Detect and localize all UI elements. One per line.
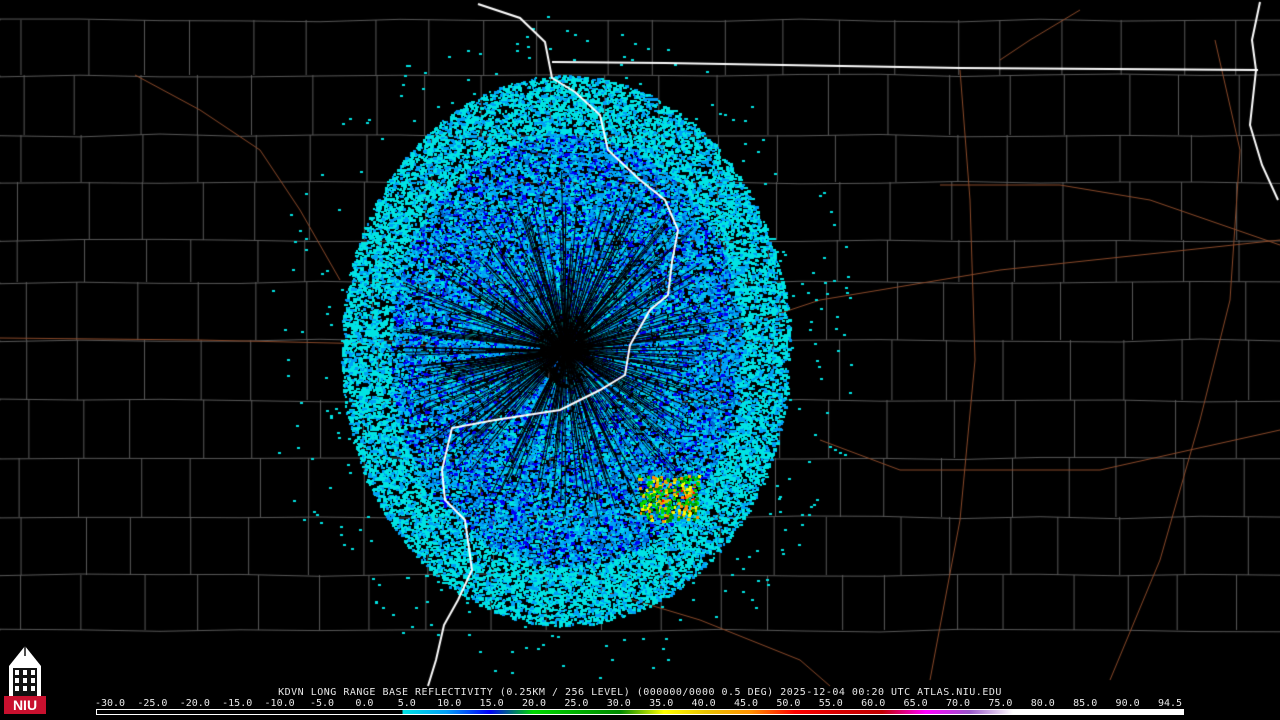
- colorbar-tick-label: -20.0: [179, 698, 210, 709]
- colorbar-tick-label: 10.0: [437, 698, 462, 709]
- colorbar-tick-label: 40.0: [691, 698, 716, 709]
- colorbar-tick-label: -5.0: [309, 698, 335, 709]
- niu-logo: NIU: [4, 646, 46, 714]
- colorbar-tick-label: 30.0: [606, 698, 631, 709]
- colorbar-tick-label: 20.0: [521, 698, 547, 709]
- colorbar-tick-label: 90.0: [1115, 698, 1140, 709]
- niu-logo-text: NIU: [13, 697, 37, 713]
- colorbar-tick-label: 85.0: [1073, 698, 1098, 709]
- colorbar-tick-label: -30.0: [94, 698, 126, 709]
- colorbar-tick-label: -15.0: [222, 698, 253, 709]
- colorbar-tick-label: -10.0: [264, 698, 295, 709]
- colorbar-tick-label: 45.0: [733, 698, 759, 709]
- niu-tower-icon: [9, 646, 41, 696]
- colorbar-tick-label: -25.0: [137, 698, 168, 709]
- radar-map: [0, 0, 1280, 720]
- colorbar-tick-label: 5.0: [397, 698, 416, 709]
- product-label: KDVN LONG RANGE BASE REFLECTIVITY (0.25K…: [278, 687, 1002, 698]
- colorbar-tick-label: 94.5: [1157, 698, 1183, 709]
- colorbar-tick-label: 55.0: [818, 698, 843, 709]
- colorbar-tick-label: 50.0: [776, 698, 801, 709]
- colorbar-tick-label: 15.0: [479, 698, 504, 709]
- colorbar-tick-label: 0.0: [355, 698, 374, 709]
- reflectivity-colorbar: [96, 709, 1184, 715]
- colorbar-tick-label: 75.0: [988, 698, 1013, 709]
- colorbar-tick-label: 60.0: [861, 698, 886, 709]
- colorbar-tick-label: 35.0: [649, 698, 674, 709]
- colorbar-tick-label: 25.0: [564, 698, 589, 709]
- colorbar-tick-label: 70.0: [945, 698, 971, 709]
- colorbar-tick-label: 80.0: [1030, 698, 1055, 709]
- colorbar-tick-label: 65.0: [903, 698, 928, 709]
